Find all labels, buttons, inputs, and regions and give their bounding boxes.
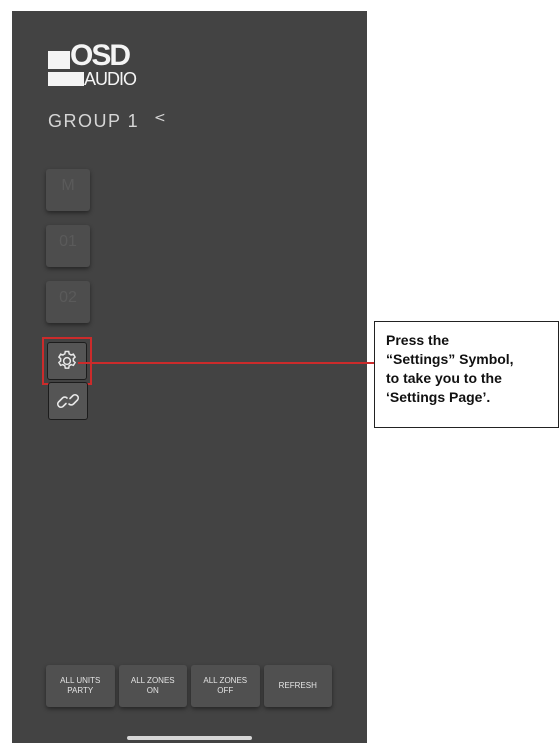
button-label-line2: PARTY bbox=[67, 686, 94, 695]
link-icon bbox=[57, 394, 79, 408]
bottom-action-bar: ALL UNITS PARTY ALL ZONES ON ALL ZONES O… bbox=[46, 665, 332, 707]
home-indicator[interactable] bbox=[127, 736, 252, 740]
zone-button-02[interactable]: 02 bbox=[46, 281, 90, 323]
zone-button-01[interactable]: 01 bbox=[46, 225, 90, 267]
link-button[interactable] bbox=[48, 382, 88, 420]
callout-text: Press the “Settings” Symbol, to take you… bbox=[386, 332, 514, 405]
group-title: GROUP 1 bbox=[48, 111, 140, 131]
button-label-line1: ALL ZONES bbox=[130, 676, 175, 685]
all-zones-on-button[interactable]: ALL ZONES ON bbox=[118, 665, 187, 707]
callout-box: Press the “Settings” Symbol, to take you… bbox=[374, 321, 559, 428]
osd-audio-logo: OSD AUDIO bbox=[48, 41, 140, 94]
chevron-left-icon[interactable]: < bbox=[154, 110, 166, 126]
callout-connector-line bbox=[78, 362, 374, 364]
app-screen: OSD AUDIO GROUP 1 < M 01 02 ALL UNITS PA… bbox=[12, 11, 367, 743]
button-label-line2: OFF bbox=[217, 686, 234, 695]
zone-code: 01 bbox=[59, 233, 77, 250]
gear-icon bbox=[57, 350, 77, 369]
page: OSD AUDIO GROUP 1 < M 01 02 ALL UNITS PA… bbox=[0, 0, 559, 743]
zone-code: 02 bbox=[59, 289, 77, 306]
zone-code: M bbox=[61, 177, 75, 194]
logo-brand-audio: AUDIO bbox=[84, 69, 137, 89]
settings-button[interactable] bbox=[47, 342, 87, 380]
logo-brand-osd: OSD bbox=[70, 39, 131, 72]
button-label-line2: ON bbox=[146, 686, 159, 695]
refresh-button[interactable]: REFRESH bbox=[263, 665, 332, 707]
button-label-line1: ALL ZONES bbox=[203, 676, 248, 685]
zone-button-m[interactable]: M bbox=[46, 169, 90, 211]
button-label-line1: REFRESH bbox=[278, 681, 317, 690]
all-zones-off-button[interactable]: ALL ZONES OFF bbox=[191, 665, 260, 707]
button-label-line1: ALL UNITS bbox=[60, 676, 101, 685]
all-units-party-button[interactable]: ALL UNITS PARTY bbox=[46, 665, 115, 707]
